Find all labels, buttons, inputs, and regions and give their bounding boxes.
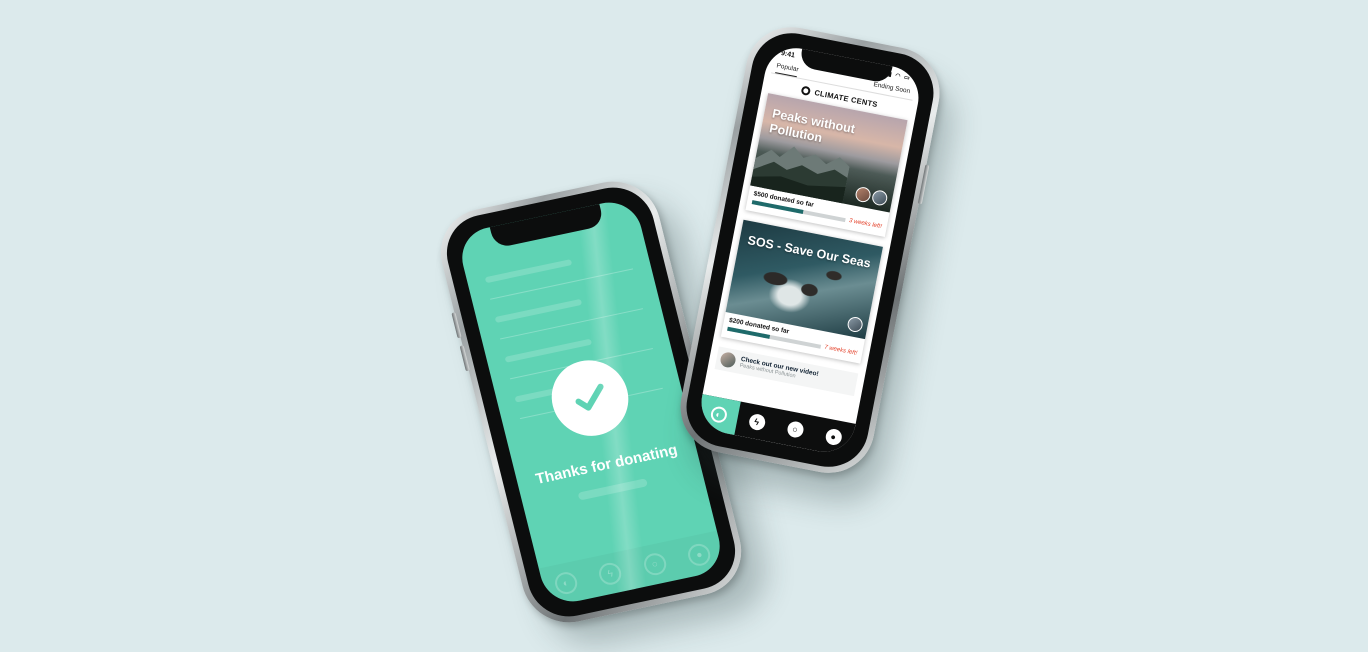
nav-home[interactable]: ◐ xyxy=(696,394,741,435)
phone-right: 9:41 ▮▮ ◠ ▭ Popular Ending Soon CLIMATE … xyxy=(672,19,948,481)
volume-up-button xyxy=(451,312,462,339)
status-time: 9:41 xyxy=(780,49,796,59)
bolt-icon[interactable]: ϟ xyxy=(596,560,624,587)
notch xyxy=(489,202,605,249)
bottom-nav: ◐ ϟ ○ ● xyxy=(696,394,856,458)
leaf-icon: ◐ xyxy=(709,405,728,424)
search-icon[interactable]: ○ xyxy=(641,551,669,578)
nav-activity[interactable]: ϟ xyxy=(734,402,779,443)
campaign-card[interactable]: Peaks without Pollution $500 donated so … xyxy=(745,93,908,238)
supporter-avatars xyxy=(846,315,864,334)
bolt-icon: ϟ xyxy=(747,412,767,432)
profile-icon: ● xyxy=(823,427,843,447)
search-icon: ○ xyxy=(785,420,805,439)
volume-down-button xyxy=(459,345,470,372)
phone-bezel: 9:41 ▮▮ ◠ ▭ Popular Ending Soon CLIMATE … xyxy=(679,26,941,474)
profile-icon[interactable]: ● xyxy=(685,541,713,568)
power-button xyxy=(917,164,930,205)
faded-button xyxy=(577,478,648,501)
nav-profile[interactable]: ● xyxy=(811,416,856,457)
avatar xyxy=(854,185,872,204)
avatar xyxy=(870,189,889,207)
avatar xyxy=(846,315,864,334)
feed-screen: 9:41 ▮▮ ◠ ▭ Popular Ending Soon CLIMATE … xyxy=(696,42,924,458)
nav-search[interactable]: ○ xyxy=(773,409,818,450)
campaign-title: SOS - Save Our Seas xyxy=(746,233,872,271)
supporter-avatars xyxy=(854,185,889,207)
bottom-nav-faded: ◐ ϟ ○ ● xyxy=(539,531,727,608)
mockup-stage: Thanks for donating ◐ ϟ ○ ● 9:41 ▮▮ ◠ ▭ xyxy=(0,0,1368,652)
promo-text: Check out our new video! Peaks without P… xyxy=(739,356,819,384)
climate-cents-logo-icon xyxy=(800,85,812,97)
leaf-icon[interactable]: ◐ xyxy=(552,570,580,597)
thanks-message: Thanks for donating xyxy=(534,441,680,488)
campaign-card[interactable]: SOS - Save Our Seas $200 donated so far … xyxy=(720,219,883,364)
video-thumbnail xyxy=(719,351,737,369)
